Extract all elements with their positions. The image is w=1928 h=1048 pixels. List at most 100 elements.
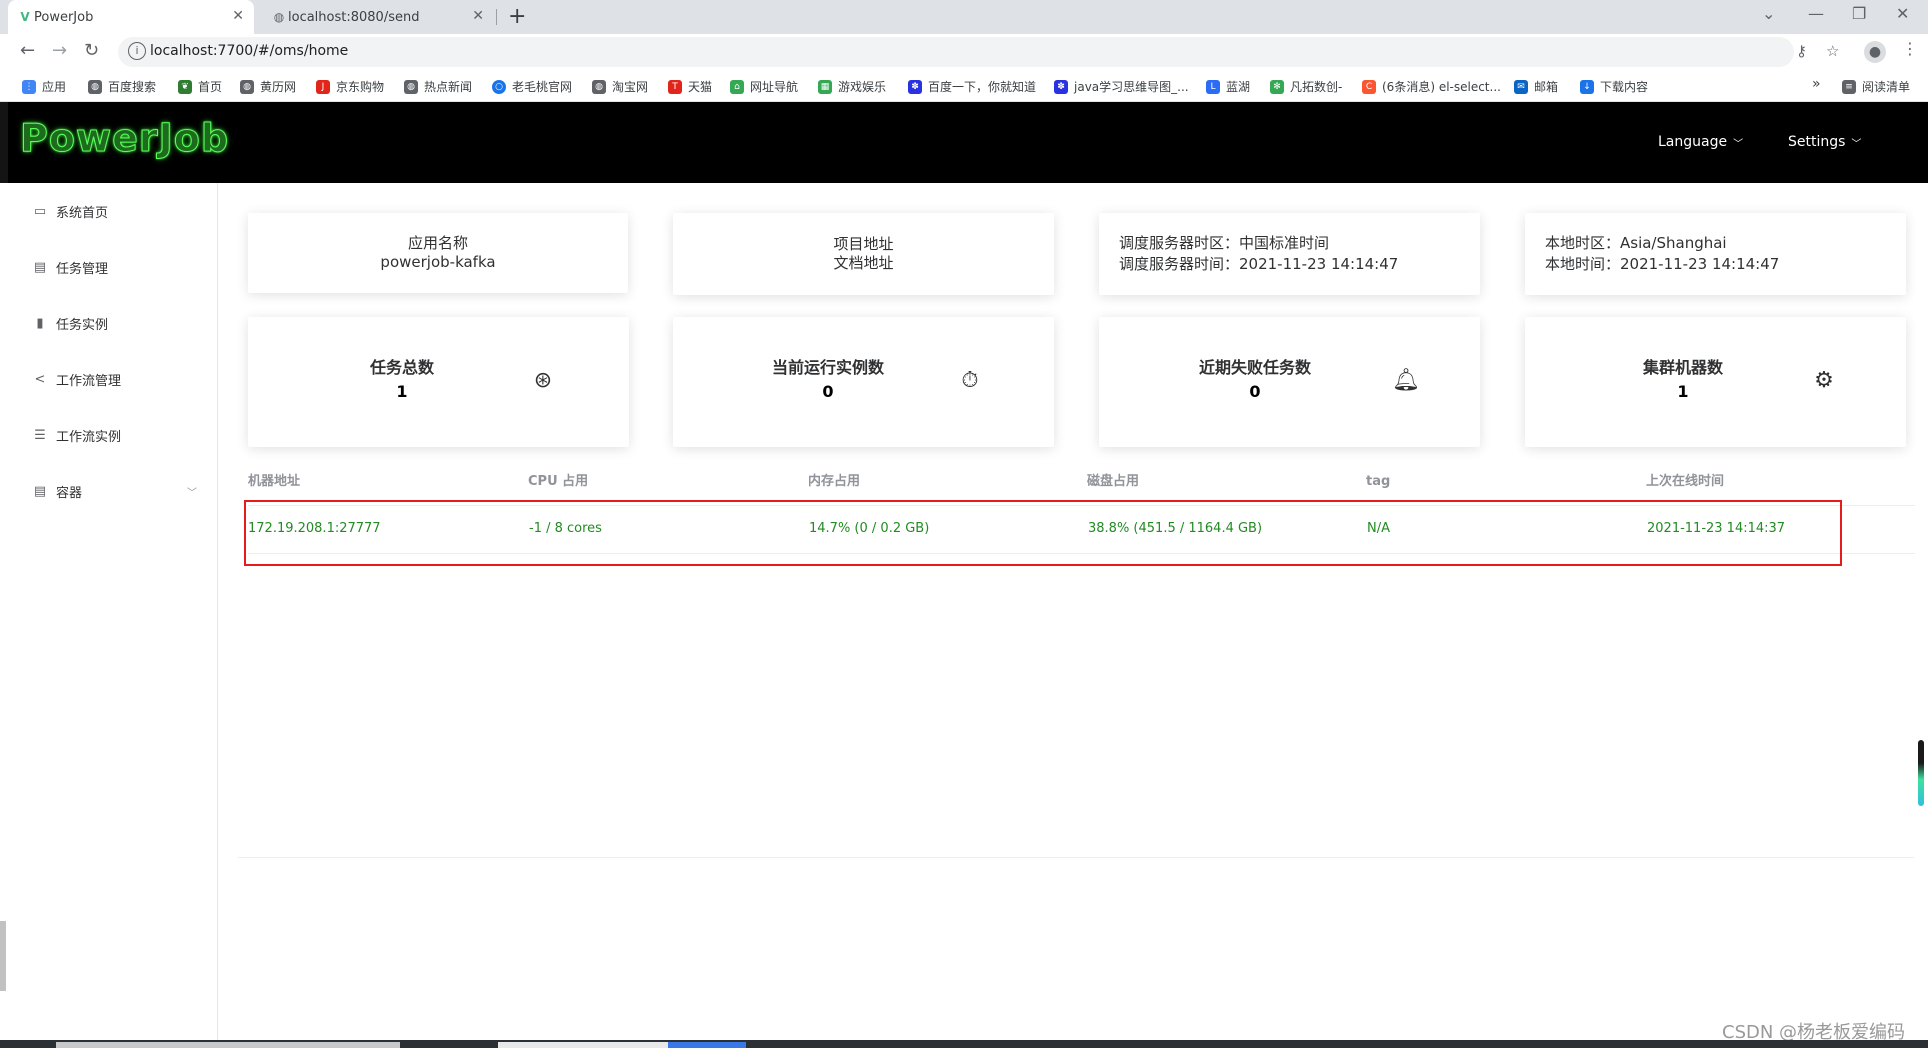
browser-tab-powerjob[interactable]: V PowerJob ✕ — [8, 0, 254, 34]
chevron-down-icon: ﹀ — [1733, 138, 1744, 150]
stat-card-total-tasks: 任务总数 1 ⊛ — [248, 317, 629, 447]
bell-icon: 🔔︎ — [1392, 368, 1420, 393]
leaf-icon: ❦ — [178, 79, 192, 94]
apps-grid-icon: ⋮ — [22, 79, 36, 94]
aperture-icon: ⊛ — [533, 368, 553, 393]
sidebar-item-workflow-instances[interactable]: ☰ 工作流实例 — [8, 407, 217, 463]
bookmarks-bar: ⋮ 应用 ◍ 百度搜索 ❦ 首页 ◍ 黄历网 J 京东购物 ◍ 热点新闻 ○ 老毛桃官网 ◍ 淘… — [0, 70, 1928, 102]
new-tab-button[interactable]: + — [508, 4, 526, 29]
column-header: tag — [1366, 474, 1391, 489]
profile-avatar[interactable]: ● — [1864, 41, 1886, 63]
bookmark-csdn[interactable]: C (6条消息) el-select... — [1362, 78, 1501, 95]
tab-title: localhost:8080/send — [288, 9, 420, 25]
sidebar-item-label: 系统首页 — [56, 205, 109, 221]
sidebar-item-tasks[interactable]: ▤ 任务管理 — [8, 239, 217, 295]
os-taskbar — [0, 1040, 1928, 1048]
bar-chart-icon: ▮ — [36, 315, 44, 331]
project-address-link[interactable]: 项目地址 — [833, 235, 893, 254]
bookmark-taobao[interactable]: ◍ 淘宝网 — [592, 78, 648, 95]
bookmark-mail[interactable]: ✉ 邮箱 — [1514, 78, 1558, 95]
taskbar-item[interactable] — [498, 1042, 668, 1048]
bookmark-nav[interactable]: ⌂ 网址导航 — [730, 78, 798, 95]
browser-tab-send[interactable]: ◍ localhost:8080/send ✕ — [262, 0, 494, 34]
chevron-down-icon: ﹀ — [187, 487, 197, 499]
taskbar-item[interactable] — [56, 1042, 400, 1048]
bookmark-fantuo[interactable]: ✻ 凡拓数创- — [1270, 78, 1342, 95]
gear-icon: ✻ — [1270, 79, 1284, 94]
sidebar-item-label: 工作流实例 — [56, 429, 122, 445]
address-bar[interactable]: i localhost:7700/#/oms/home ⚷ ☆ — [118, 37, 1839, 67]
stat-value: 1 — [1677, 382, 1689, 401]
bookmark-huangli[interactable]: ◍ 黄历网 — [240, 78, 296, 95]
bookmark-star-icon[interactable]: ☆ — [1826, 42, 1839, 60]
globe-icon: ◍ — [240, 79, 254, 94]
doc-address-link[interactable]: 文档地址 — [833, 254, 893, 273]
scrollbar-thumb[interactable] — [1918, 740, 1924, 806]
sidebar-item-instances[interactable]: ▮ 任务实例 — [8, 295, 217, 351]
reading-list-icon: ≡ — [1842, 79, 1856, 94]
column-header: CPU 占用 — [528, 474, 589, 489]
bookmark-jd[interactable]: J 京东购物 — [316, 78, 384, 95]
close-window-button[interactable]: ✕ — [1896, 4, 1909, 23]
powerjob-logo: PowerJob — [19, 116, 230, 161]
sidebar-item-home[interactable]: ▭ 系统首页 — [8, 183, 217, 239]
language-menu[interactable]: Language ﹀ — [1658, 134, 1743, 150]
bookmark-laomaotao[interactable]: ○ 老毛桃官网 — [492, 78, 572, 95]
app-name-value: powerjob-kafka — [380, 253, 496, 271]
tmall-icon: T — [668, 79, 682, 94]
bookmark-baidu[interactable]: ✽ 百度一下，你就知道 — [908, 78, 1036, 95]
reading-list-button[interactable]: ≡ 阅读清单 — [1842, 78, 1910, 95]
monitor-icon: ▭ — [33, 203, 47, 219]
url-text[interactable]: localhost:7700/#/oms/home — [150, 43, 348, 59]
sidebar-item-workflows[interactable]: < 工作流管理 — [8, 351, 217, 407]
bookmark-downloads[interactable]: ↓ 下载内容 — [1580, 78, 1648, 95]
settings-menu[interactable]: Settings ﹀ — [1788, 134, 1861, 150]
taskbar-item-active[interactable] — [668, 1042, 746, 1048]
bookmark-baidu-search[interactable]: ◍ 百度搜索 — [88, 78, 156, 95]
forward-button[interactable]: → — [52, 40, 67, 61]
bookmark-home[interactable]: ❦ 首页 — [178, 78, 222, 95]
paw-icon: ✽ — [1054, 79, 1068, 94]
key-icon[interactable]: ⚷ — [1796, 42, 1807, 60]
app-header: PowerJob Language ﹀ Settings ﹀ — [0, 102, 1928, 183]
more-bookmarks-button[interactable]: » — [1812, 76, 1821, 92]
page-scroll-indicator — [0, 921, 6, 991]
stat-value: 1 — [396, 382, 408, 401]
bookmark-news[interactable]: ◍ 热点新闻 — [404, 78, 472, 95]
back-button[interactable]: ← — [20, 40, 35, 61]
cpu-icon: ⚙ — [1814, 368, 1834, 393]
paw-icon: ✽ — [908, 79, 922, 94]
grid-icon: ▦ — [818, 79, 832, 94]
red-annotation-box — [244, 500, 1842, 566]
restore-button[interactable]: ❐ — [1852, 4, 1866, 23]
browser-menu-icon[interactable]: ⋮ — [1902, 39, 1918, 58]
sidebar-item-label: 任务实例 — [56, 317, 109, 333]
reload-button[interactable]: ↻ — [84, 40, 99, 61]
column-header: 上次在线时间 — [1646, 474, 1725, 489]
column-header: 磁盘占用 — [1087, 474, 1140, 489]
close-tab-icon[interactable]: ✕ — [232, 8, 244, 24]
server-timezone: 调度服务器时区：中国标准时间 — [1119, 234, 1330, 252]
mail-icon: ✉ — [1514, 79, 1528, 94]
close-tab-icon[interactable]: ✕ — [472, 8, 484, 24]
browser-tab-strip: V PowerJob ✕ ◍ localhost:8080/send ✕ + ⌄… — [0, 0, 1928, 34]
sidebar-item-label: 容器 — [56, 485, 83, 501]
sidebar-item-container[interactable]: ▤ 容器 ﹀ — [8, 463, 217, 519]
bookmark-games[interactable]: ▦ 游戏娱乐 — [818, 78, 886, 95]
share-icon: < — [34, 371, 46, 387]
tab-search-icon[interactable]: ⌄ — [1762, 4, 1775, 23]
stat-card-cluster-machines: 集群机器数 1 ⚙ — [1525, 317, 1906, 447]
stopwatch-icon: ⏱ — [961, 368, 979, 393]
settings-label: Settings — [1788, 134, 1846, 150]
bookmark-tmall[interactable]: T 天猫 — [668, 78, 712, 95]
bookmark-lanhu[interactable]: L 蓝湖 — [1206, 78, 1250, 95]
server-time: 调度服务器时间：2021-11-23 14:14:47 — [1119, 255, 1399, 273]
stat-label: 集群机器数 — [1642, 358, 1723, 377]
stat-label: 近期失败任务数 — [1198, 358, 1311, 377]
jd-icon: J — [316, 79, 330, 94]
minimize-button[interactable]: — — [1808, 4, 1824, 23]
site-info-icon[interactable]: i — [128, 42, 146, 60]
bookmark-apps[interactable]: ⋮ 应用 — [22, 78, 66, 95]
bookmark-java-mindmap[interactable]: ✽ java学习思维导图_... — [1054, 78, 1189, 95]
lanhu-icon: L — [1206, 79, 1220, 94]
